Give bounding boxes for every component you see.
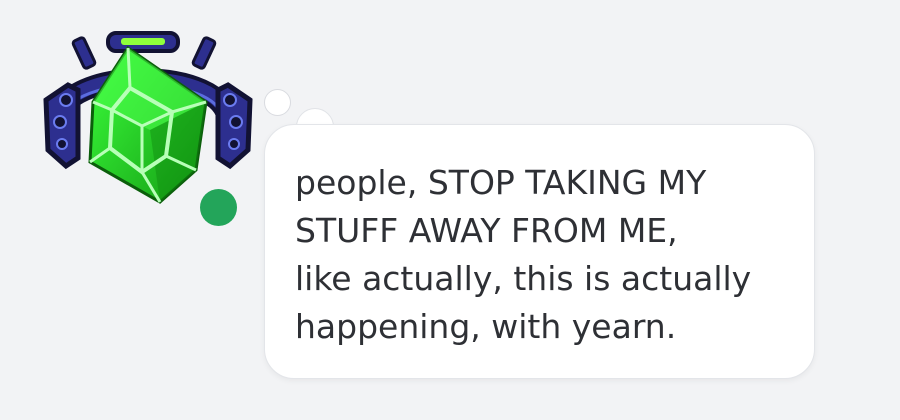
thought-bubble-dot-small <box>264 89 291 116</box>
online-status-indicator <box>200 189 237 226</box>
message-text: people, STOP TAKING MY STUFF AWAY FROM M… <box>295 163 752 346</box>
thought-bubble: people, STOP TAKING MY STUFF AWAY FROM M… <box>264 124 815 379</box>
